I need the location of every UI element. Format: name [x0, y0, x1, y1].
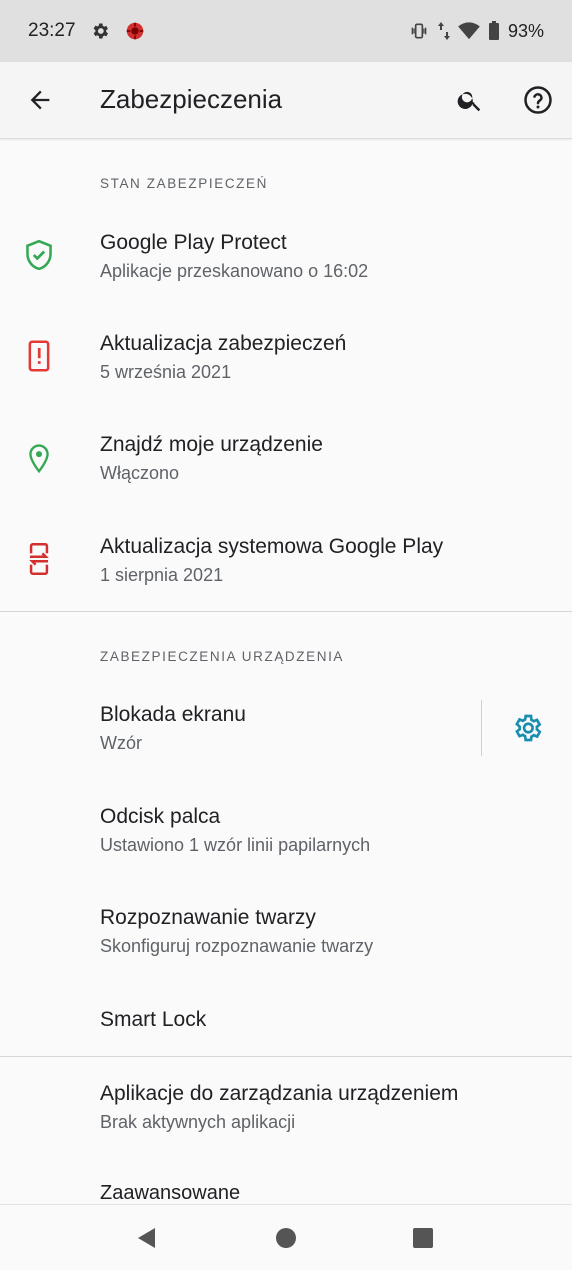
battery-icon — [488, 21, 500, 41]
item-subtitle: 5 września 2021 — [100, 362, 232, 382]
battery-percent: 93% — [507, 20, 544, 41]
divider — [0, 611, 572, 612]
system-update-icon — [22, 542, 56, 576]
chevron-down-icon — [22, 1190, 56, 1204]
status-bar: 23:27 93% — [0, 0, 572, 62]
item-title: Blokada ekranu — [100, 703, 246, 726]
wifi-icon — [458, 22, 480, 40]
item-subtitle: Włączono — [100, 463, 180, 483]
list-item-smart-lock[interactable]: Smart Lock — [0, 982, 572, 1056]
app-notification-icon — [124, 20, 146, 42]
list-item-security-update[interactable]: Aktualizacja zabezpieczeń 5 września 202… — [0, 307, 572, 407]
list-item-screen-lock[interactable]: Blokada ekranu Wzór — [0, 678, 572, 778]
divider — [0, 1056, 572, 1057]
item-title: Aktualizacja zabezpieczeń — [100, 332, 347, 355]
item-title: Zaawansowane — [100, 1182, 241, 1204]
item-subtitle: Skonfiguruj rozpoznawanie twarzy — [100, 936, 374, 956]
page-title: Zabezpieczenia — [100, 84, 283, 114]
item-title: Google Play Protect — [100, 231, 287, 254]
home-circle-icon[interactable] — [271, 1223, 301, 1253]
back-arrow-icon[interactable] — [22, 82, 58, 118]
item-title: Odcisk palca — [100, 805, 221, 828]
item-title: Aktualizacja systemowa Google Play — [100, 535, 444, 558]
vertical-separator — [481, 700, 482, 756]
location-pin-icon — [22, 442, 56, 476]
search-icon[interactable] — [452, 82, 488, 118]
list-item-fingerprint[interactable]: Odcisk palca Ustawiono 1 wzór linii papi… — [0, 780, 572, 880]
list-item-device-admin-apps[interactable]: Aplikacje do zarządzania urządzeniem Bra… — [0, 1058, 572, 1158]
list-item-advanced[interactable]: Zaawansowane — [0, 1160, 572, 1204]
item-subtitle: Aplikacje przeskanowano o 16:02 — [100, 261, 369, 281]
data-arrows-icon — [437, 21, 450, 41]
status-time: 23:27 — [28, 20, 76, 41]
phone-alert-icon — [22, 339, 56, 373]
item-title: Rozpoznawanie twarzy — [100, 906, 316, 929]
item-subtitle: Ustawiono 1 wzór linii papilarnych — [100, 835, 371, 855]
list-item-system-update[interactable]: Aktualizacja systemowa Google Play 1 sie… — [0, 510, 572, 610]
list-item-find-my-device[interactable]: Znajdź moje urządzenie Włączono — [0, 408, 572, 508]
list-item-play-protect[interactable]: Google Play Protect Aplikacje przeskanow… — [0, 206, 572, 306]
item-title: Aplikacje do zarządzania urządzeniem — [100, 1082, 459, 1105]
item-subtitle: 1 sierpnia 2021 — [100, 565, 224, 585]
shield-check-icon — [22, 238, 56, 272]
item-subtitle: Wzór — [100, 733, 142, 753]
back-triangle-icon[interactable] — [132, 1223, 162, 1253]
section-header-security-status: STAN ZABEZPIECZEŃ — [100, 176, 268, 191]
gear-icon — [90, 21, 110, 41]
recents-square-icon[interactable] — [408, 1223, 438, 1253]
section-header-device-security: ZABEZPIECZENIA URZĄDZENIA — [100, 649, 345, 664]
item-title: Znajdź moje urządzenie — [100, 433, 323, 456]
item-subtitle: Brak aktywnych aplikacji — [100, 1112, 296, 1132]
navigation-bar — [0, 1204, 572, 1270]
app-bar: Zabezpieczenia — [0, 62, 572, 139]
item-title: Smart Lock — [100, 1008, 207, 1031]
list-item-face-unlock[interactable]: Rozpoznawanie twarzy Skonfiguruj rozpozn… — [0, 881, 572, 981]
vibrate-icon — [408, 21, 430, 41]
help-icon[interactable] — [520, 82, 556, 118]
gear-icon[interactable] — [508, 709, 546, 747]
